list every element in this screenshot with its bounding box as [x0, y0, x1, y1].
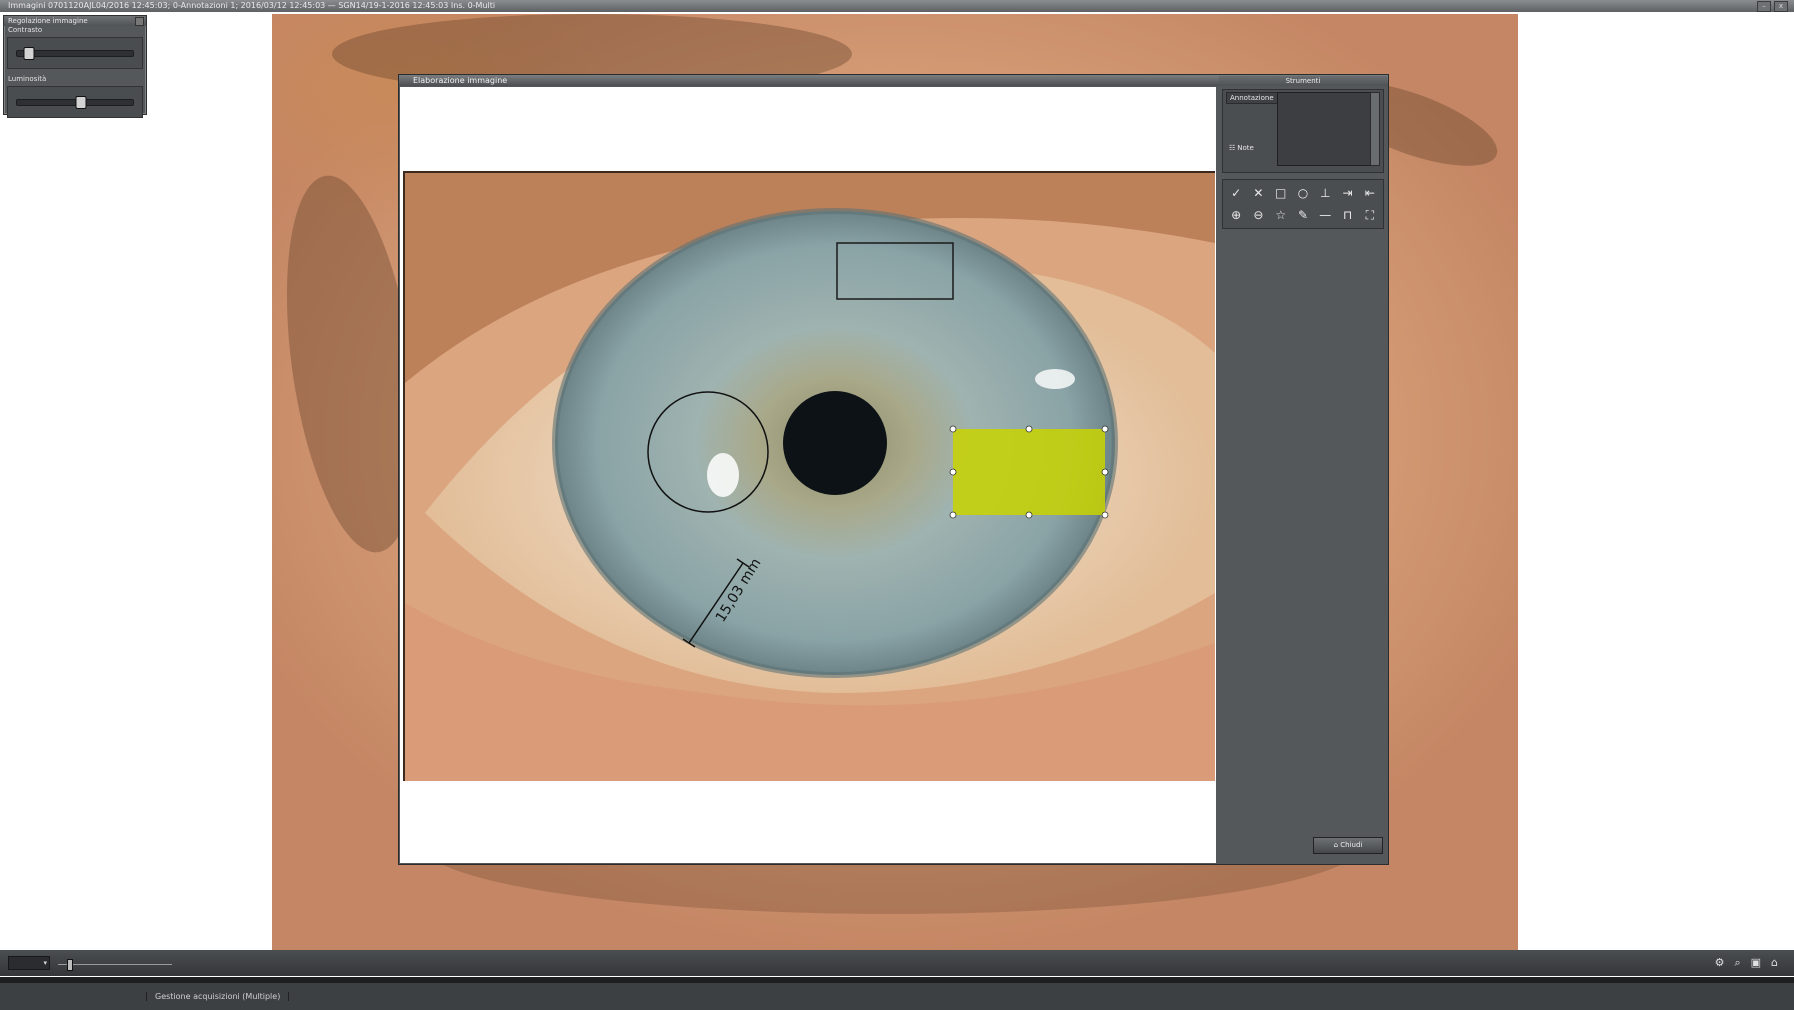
status-bar: Gestione acquisizioni (Multiple): [0, 977, 1794, 1010]
arrow-right-icon[interactable]: ⇥: [1339, 185, 1357, 201]
bracket-tool-icon[interactable]: ⊓: [1339, 207, 1357, 223]
window-title: Immagini 0701120AJL04/2016 12:45:03; 0-A…: [8, 1, 496, 10]
annotation-box: Annotazione ☷ Note: [1222, 89, 1384, 173]
bottom-toolbar: ▾ ⚙ ⌕ ▣ ⌂: [0, 950, 1794, 976]
zoom-in-icon[interactable]: ⊕: [1227, 207, 1245, 223]
window-title-bar: Immagini 0701120AJL04/2016 12:45:03; 0-A…: [0, 0, 1794, 12]
close-label: Chiudi: [1340, 841, 1363, 849]
delete-icon[interactable]: ✕: [1249, 185, 1267, 201]
brightness-slider-group: [7, 86, 143, 118]
contrast-slider-group: [7, 37, 143, 69]
adjust-panel-header: Regolazione immagine: [4, 16, 146, 26]
annotation-label: Annotazione: [1226, 92, 1278, 104]
annotation-preview[interactable]: [1277, 92, 1375, 166]
eye-image[interactable]: 15,03 mm: [403, 171, 1215, 781]
brightness-label: Luminosità: [8, 75, 47, 83]
notes-button[interactable]: ☷ Note: [1229, 144, 1254, 152]
status-divider: [0, 977, 1794, 983]
close-dialog-button[interactable]: ⌂ Chiudi: [1313, 837, 1383, 854]
tools-panel-title: Strumenti: [1219, 76, 1387, 86]
search-icon[interactable]: ⌕: [1734, 956, 1740, 970]
ruler-tool-icon[interactable]: ⊥: [1316, 185, 1334, 201]
contrast-label: Contrasto: [8, 26, 43, 34]
image-canvas[interactable]: 15,03 mm: [400, 87, 1216, 863]
zoom-out-icon[interactable]: ⊖: [1249, 207, 1267, 223]
pen-icon[interactable]: ✎: [1294, 207, 1312, 223]
notes-icon: ☷: [1229, 144, 1236, 152]
image-adjustment-panel: Regolazione immagine Contrasto Luminosit…: [3, 15, 147, 118]
star-icon[interactable]: ☆: [1272, 207, 1290, 223]
arrow-left-icon[interactable]: ⇤: [1361, 185, 1379, 201]
fit-screen-icon[interactable]: ⛶: [1361, 207, 1379, 223]
adjust-panel-close-icon[interactable]: [135, 17, 144, 26]
circle-tool-icon[interactable]: ○: [1294, 185, 1312, 201]
home-icon[interactable]: ⌂: [1771, 956, 1778, 970]
export-icon[interactable]: ▣: [1751, 956, 1761, 970]
rectangle-tool-icon[interactable]: □: [1272, 185, 1290, 201]
dialog-title: Elaborazione immagine: [413, 76, 508, 85]
bottom-icons: ⚙ ⌕ ▣ ⌂: [1715, 956, 1778, 970]
tool-grid: ✓ ✕ □ ○ ⊥ ⇥ ⇤ ⊕ ⊖ ☆ ✎ — ⊓ ⛶: [1222, 179, 1384, 229]
brightness-slider-knob[interactable]: [75, 96, 87, 109]
check-icon[interactable]: ✓: [1227, 185, 1245, 201]
zoom-slider-knob[interactable]: [67, 959, 74, 971]
eye-drawing: 15,03 mm: [405, 173, 1215, 781]
contrast-slider-knob[interactable]: [23, 47, 35, 60]
settings-icon[interactable]: ⚙: [1715, 956, 1725, 970]
zoom-select[interactable]: ▾: [8, 956, 50, 970]
brightness-slider[interactable]: [16, 96, 134, 109]
notes-label: Note: [1237, 144, 1254, 152]
adjust-panel-title: Regolazione immagine: [8, 17, 88, 25]
tools-panel: Strumenti Annotazione ☷ Note ✓ ✕ □ ○ ⊥ ⇥ ⇤ ⊕ ⊖ ☆ ✎…: [1219, 76, 1387, 862]
line-tool-icon[interactable]: —: [1316, 207, 1334, 223]
annotation-scrollbar[interactable]: [1370, 92, 1380, 166]
minimize-button[interactable]: –: [1757, 1, 1771, 12]
close-window-button[interactable]: x: [1774, 1, 1788, 12]
status-text: Gestione acquisizioni (Multiple): [146, 992, 290, 1001]
zoom-slider[interactable]: [58, 959, 172, 971]
image-processing-dialog: Elaborazione immagine – x: [398, 74, 1389, 865]
contrast-slider[interactable]: [16, 47, 134, 60]
